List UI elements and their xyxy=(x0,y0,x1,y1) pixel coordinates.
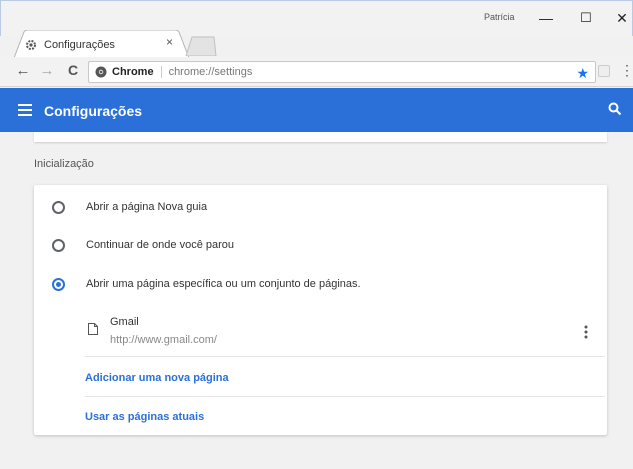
gear-icon xyxy=(24,38,38,52)
divider xyxy=(85,396,605,397)
extension-icon[interactable] xyxy=(598,65,610,77)
new-tab-button[interactable] xyxy=(184,36,218,56)
address-bar[interactable]: Chrome chrome://settings ★ xyxy=(88,61,596,83)
maximize-button[interactable]: ☐ xyxy=(576,10,596,26)
option-continue[interactable]: Continuar de onde você parou xyxy=(52,235,234,255)
previous-section-card xyxy=(34,132,607,142)
chrome-icon xyxy=(95,66,107,78)
omnibox-separator xyxy=(160,66,162,78)
site-chip-label: Chrome xyxy=(112,66,154,78)
tab-close-button[interactable]: × xyxy=(166,35,173,49)
more-vert-icon[interactable] xyxy=(584,325,588,339)
add-page-link[interactable]: Adicionar uma nova página xyxy=(85,372,229,384)
bookmark-star-icon[interactable]: ★ xyxy=(576,65,589,82)
browser-menu-button[interactable]: ⋮ xyxy=(620,62,633,79)
section-title: Inicialização xyxy=(34,158,94,170)
site-chip[interactable]: Chrome xyxy=(89,66,154,78)
option-label: Abrir uma página específica ou um conjun… xyxy=(86,278,361,290)
startup-card xyxy=(34,185,607,435)
divider xyxy=(85,356,605,357)
option-label: Continuar de onde você parou xyxy=(86,239,234,251)
reload-button[interactable]: C xyxy=(64,62,82,78)
option-specific-pages[interactable]: Abrir uma página específica ou um conjun… xyxy=(52,274,361,294)
option-label: Abrir a página Nova guia xyxy=(86,201,208,213)
tab-title: Configurações xyxy=(44,39,115,51)
startup-page-url: http://www.gmail.com/ xyxy=(110,334,217,346)
minimize-button[interactable]: — xyxy=(536,10,556,26)
startup-page-name: Gmail xyxy=(110,316,139,328)
back-button[interactable]: ← xyxy=(14,62,32,79)
option-new-tab[interactable]: Abrir a página Nova guia xyxy=(52,197,207,217)
close-window-button[interactable]: ✕ xyxy=(612,10,632,27)
radio-button[interactable] xyxy=(52,238,65,252)
url-text: chrome://settings xyxy=(168,66,253,78)
page-title: Configurações xyxy=(44,103,143,119)
forward-button[interactable]: → xyxy=(38,62,56,79)
profile-name[interactable]: Patrícia xyxy=(484,12,515,22)
menu-icon[interactable] xyxy=(18,104,32,116)
search-icon[interactable] xyxy=(608,102,622,116)
page-icon xyxy=(88,323,98,335)
radio-button-checked[interactable] xyxy=(52,277,65,291)
use-current-pages-link[interactable]: Usar as páginas atuais xyxy=(85,411,204,423)
tab-settings[interactable]: Configurações xyxy=(24,34,184,56)
radio-button[interactable] xyxy=(52,200,65,214)
